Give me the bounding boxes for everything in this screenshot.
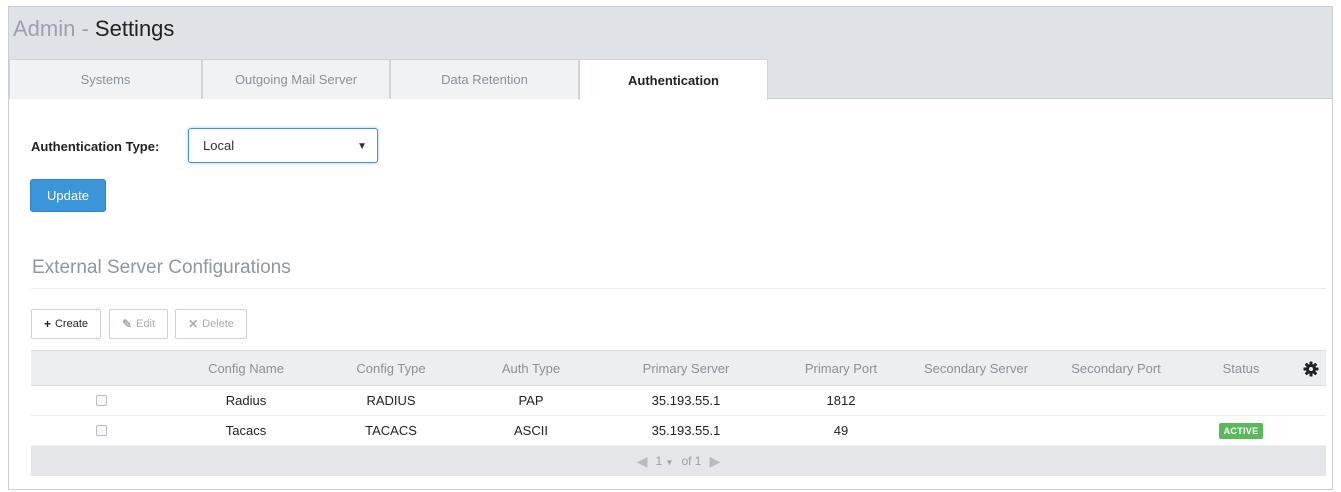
cell-auth-type: PAP [518,393,544,408]
row-checkbox[interactable] [95,395,107,406]
column-header-config-type[interactable]: Config Type [321,351,461,385]
settings-panel: Admin - Settings Systems Outgoing Mail S… [8,6,1333,490]
authentication-type-value: Local [203,138,235,153]
tab-authentication[interactable]: Authentication [579,59,768,100]
tab-bar: Systems Outgoing Mail Server Data Retent… [9,59,1332,100]
title-main: Settings [94,16,175,41]
cell-primary-port: 49 [833,423,849,438]
delete-label: Delete [202,318,234,330]
column-header-config-name[interactable]: Config Name [171,351,321,385]
page-caret-icon: ▼ [665,458,674,467]
edit-button[interactable]: ✎ Edit [109,309,168,339]
cell-secondary-port [1046,416,1186,445]
table-row[interactable]: Tacacs TACACS ASCII 35.193.55.1 49 ACTIV… [31,416,1326,446]
row-checkbox-cell [71,386,131,415]
edit-label: Edit [136,318,156,330]
prev-page-icon[interactable]: ◀ [637,453,648,470]
cell-secondary-server [901,416,1051,445]
caret-down-icon: ▼ [357,141,367,152]
column-header-auth-type[interactable]: Auth Type [461,351,601,385]
section-divider [31,288,1326,289]
table-header: Config Name Config Type Auth Type Primar… [31,350,1326,386]
create-button[interactable]: + Create [31,309,101,339]
cell-config-name: Radius [225,393,267,408]
cell-secondary-port [1046,386,1186,415]
authentication-type-label: Authentication Type: [31,139,160,154]
cell-config-name: Tacacs [225,423,267,438]
delete-button[interactable]: ✕ Delete [175,309,247,339]
cell-auth-type: ASCII [514,423,548,438]
column-header-primary-port[interactable]: Primary Port [771,351,911,385]
page-header: Admin - Settings [9,7,1332,59]
cell-status [1196,386,1286,415]
cell-config-type: RADIUS [366,393,416,408]
tab-outgoing-mail-server[interactable]: Outgoing Mail Server [202,59,390,99]
column-header-primary-server[interactable]: Primary Server [601,351,771,385]
row-checkbox[interactable] [95,425,107,436]
create-label: Create [54,318,89,330]
title-prefix: Admin - [13,16,95,41]
row-checkbox-cell [71,416,131,445]
next-page-icon[interactable]: ▶ [709,453,720,470]
cell-config-type: TACACS [365,423,417,438]
update-button[interactable]: Update [30,179,106,212]
x-icon: ✕ [188,317,199,331]
authentication-type-select[interactable]: Local ▼ [188,128,378,163]
page-total: of 1 [681,454,702,468]
column-header-secondary-server[interactable]: Secondary Server [901,351,1051,385]
plus-icon: + [43,317,51,331]
page-title: Admin - Settings [13,16,174,42]
page-select[interactable]: 1 ▼ [656,454,674,468]
gear-icon[interactable] [1303,361,1319,377]
pagination-bar: ◀ 1 ▼ of 1 ▶ [31,446,1326,476]
cell-primary-server: 35.193.55.1 [651,423,721,438]
column-header-secondary-port[interactable]: Secondary Port [1046,351,1186,385]
current-page: 1 [655,454,663,468]
cell-primary-server: 35.193.55.1 [651,393,721,408]
tab-systems[interactable]: Systems [9,59,202,99]
status-badge: ACTIVE [1218,422,1264,439]
external-server-table: Config Name Config Type Auth Type Primar… [31,350,1326,476]
cell-status: ACTIVE [1196,416,1286,445]
cell-primary-port: 1812 [826,393,856,408]
tab-data-retention[interactable]: Data Retention [390,59,579,99]
column-header-select [71,351,131,385]
external-server-configurations-title: External Server Configurations [32,257,291,278]
pencil-icon: ✎ [121,317,133,331]
column-header-status[interactable]: Status [1196,351,1286,385]
table-row[interactable]: Radius RADIUS PAP 35.193.55.1 1812 [31,386,1326,416]
cell-secondary-server [901,386,1051,415]
